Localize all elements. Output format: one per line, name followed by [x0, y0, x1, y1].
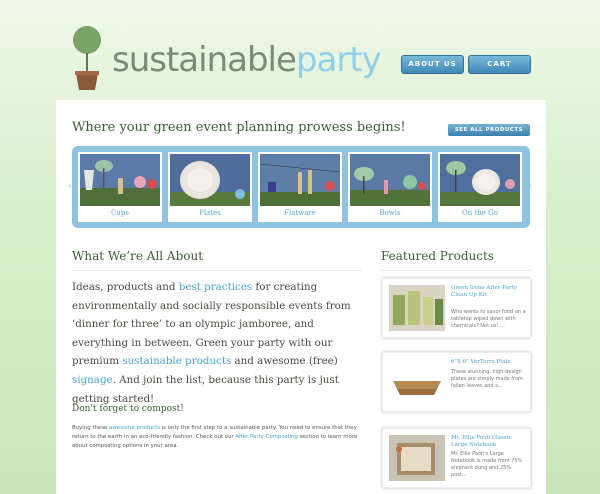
divider — [381, 270, 531, 271]
after-party-composting-link[interactable]: After Party Composting — [235, 434, 298, 440]
carousel-tile-flatware[interactable]: Flatware — [258, 152, 342, 222]
product-carousel: ‹ › Cups Plates Flatware Bowls On the Go — [68, 146, 531, 228]
about-text: and awesome (free) — [231, 355, 338, 368]
product-title[interactable]: Mr. Ellie Pooh Classic Large Notebook — [451, 435, 527, 449]
tile-label: Cups — [111, 209, 129, 217]
compost-text: Buying these — [72, 425, 110, 431]
cleanup-kit-thumbnail — [389, 285, 445, 331]
compost-paragraph: Buying these awesome products is only th… — [72, 424, 372, 451]
cart-button[interactable]: CART — [468, 55, 531, 74]
awesome-products-link[interactable]: awesome products — [109, 425, 160, 431]
tile-label: On the Go — [462, 209, 498, 217]
main-panel: Where your green event planning prowess … — [56, 100, 546, 494]
tile-label: Flatware — [284, 209, 316, 217]
featured-product-card[interactable]: Green Irene After-Party Clean Up Kit Who… — [382, 278, 531, 338]
notebook-thumbnail — [389, 435, 445, 481]
bowls-image — [350, 154, 430, 206]
product-title[interactable]: Green Irene After-Party Clean Up Kit — [451, 285, 527, 299]
signage-link[interactable]: signage — [72, 374, 113, 386]
cups-image — [80, 154, 160, 206]
featured-heading: Featured Products — [381, 249, 494, 263]
tile-label: Plates — [199, 209, 221, 217]
plates-image — [170, 154, 250, 206]
compost-heading: Don't forget to compost! — [72, 404, 184, 414]
about-text: Ideas, products and — [72, 281, 179, 293]
carousel-tile-plates[interactable]: Plates — [168, 152, 252, 222]
about-paragraph: Ideas, products and best practices for c… — [72, 278, 364, 408]
product-description: Who wants to savor food on a tabletop wi… — [451, 309, 526, 329]
best-practices-link[interactable]: best practices — [179, 281, 252, 293]
divider — [72, 270, 362, 271]
featured-product-card[interactable]: 6"X 6" VerTerra Plate These stunning, hi… — [382, 352, 531, 412]
sustainable-products-link[interactable]: sustainable products — [122, 355, 231, 367]
carousel-tile-bowls[interactable]: Bowls — [348, 152, 432, 222]
product-description: These stunning, high-design plates are s… — [451, 369, 523, 389]
page-tagline: Where your green event planning prowess … — [72, 120, 406, 135]
about-text: . And join the list, because this party … — [72, 373, 339, 405]
tree-logo-icon[interactable] — [70, 26, 104, 92]
carousel-tile-cups[interactable]: Cups — [78, 152, 162, 222]
featured-product-card[interactable]: Mr. Ellie Pooh Classic Large Notebook Mr… — [382, 428, 531, 488]
site-logo[interactable]: sustainableparty — [112, 40, 382, 80]
about-heading: What We’re All About — [72, 249, 204, 263]
tile-label: Bowls — [379, 209, 401, 217]
carousel-next-icon[interactable]: › — [528, 181, 536, 191]
logo-text-party: party — [295, 40, 382, 80]
on-the-go-image — [440, 154, 520, 206]
verterra-plate-thumbnail — [389, 359, 445, 405]
carousel-tile-on-the-go[interactable]: On the Go — [438, 152, 522, 222]
carousel-prev-icon[interactable]: ‹ — [68, 181, 76, 191]
logo-text-sustainable: sustainable — [112, 40, 297, 80]
product-title[interactable]: 6"X 6" VerTerra Plate — [451, 359, 527, 366]
product-description: Mr. Ellie Pooh's Large Notebook is made … — [451, 451, 523, 478]
flatware-image — [260, 154, 340, 206]
about-us-button[interactable]: ABOUT US — [401, 55, 464, 74]
see-all-products-button[interactable]: SEE ALL PRODUCTS — [448, 124, 530, 136]
